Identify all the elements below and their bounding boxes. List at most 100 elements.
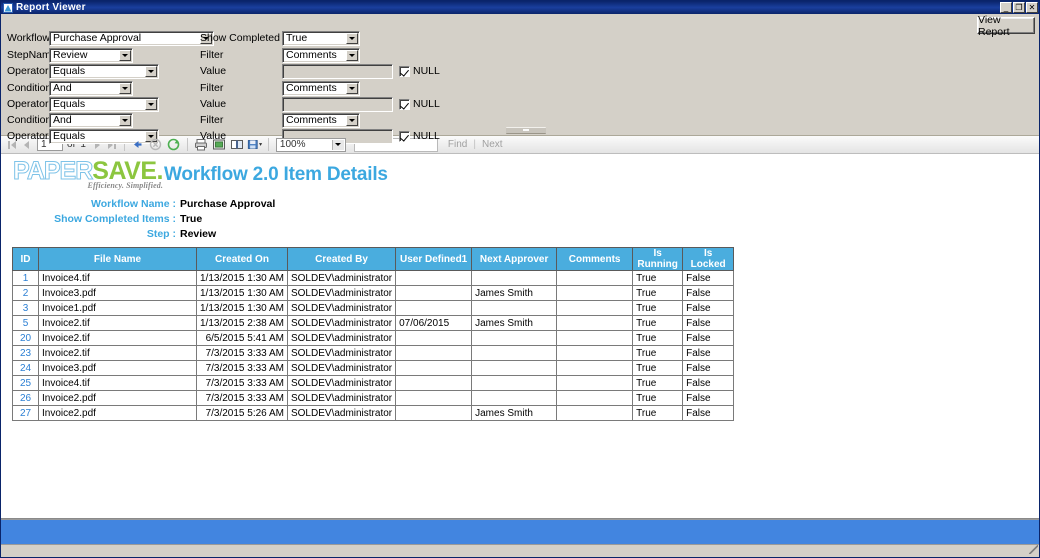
value-input-2[interactable] [282, 96, 393, 112]
column-header-is-running[interactable]: Is Running [632, 247, 684, 271]
null-checkbox-group-3[interactable]: NULL [399, 130, 440, 142]
column-header-file-name[interactable]: File Name [38, 247, 197, 271]
page-setup-icon[interactable] [229, 137, 245, 152]
cell-is-running: True [632, 360, 684, 376]
param-row-operator-2: Operator Equals [7, 96, 159, 112]
cell-is-locked: False [682, 405, 735, 421]
stepname-combo[interactable]: Review [49, 47, 133, 63]
cell-is-running: True [632, 285, 684, 301]
operator-combo-1[interactable]: Equals [49, 63, 159, 79]
cell-created-by: SOLDEV\administrator [286, 315, 397, 331]
resize-grip[interactable] [1029, 545, 1038, 554]
operator-combo-2[interactable]: Equals [49, 96, 159, 112]
table-row[interactable]: 25 Invoice4.tif 7/3/2015 3:33 AM SOLDEV\adm… [12, 375, 735, 391]
condition-combo-1[interactable]: And [49, 80, 133, 96]
column-header-comments[interactable]: Comments [556, 247, 634, 271]
null-checkbox-1[interactable] [399, 65, 410, 77]
column-header-id[interactable]: ID [12, 247, 39, 271]
table-row[interactable]: 23 Invoice2.tif 7/3/2015 3:33 AM SOLDEV\adm… [12, 345, 735, 361]
cell-id: 20 [12, 330, 39, 346]
filter-combo-1[interactable]: Comments [282, 47, 360, 63]
column-header-user-defined1[interactable]: User Defined1 [395, 247, 473, 271]
cell-user-defined1 [395, 390, 473, 406]
view-report-button[interactable]: View Report [977, 14, 1035, 38]
param-row-workflow: Workflow Purchase Approval [7, 30, 214, 46]
cell-is-locked: False [682, 330, 735, 346]
chevron-down-icon[interactable] [346, 114, 358, 126]
cell-user-defined1: 07/06/2015 [395, 315, 473, 331]
column-header-next-approver[interactable]: Next Approver [471, 247, 558, 271]
chevron-down-icon[interactable] [346, 49, 358, 61]
table-row[interactable]: 26 Invoice2.pdf 7/3/2015 3:33 AM SOLDEV\adm… [12, 390, 735, 406]
cell-is-locked: False [682, 360, 735, 376]
table-row[interactable]: 20 Invoice2.tif 6/5/2015 5:41 AM SOLDEV\adm… [12, 330, 735, 346]
cell-created-by: SOLDEV\administrator [286, 285, 397, 301]
column-header-is-locked[interactable]: Is Locked [682, 247, 735, 271]
workflow-items-table: ID File Name Created On Created By User … [12, 247, 735, 421]
cell-created-on: 7/3/2015 3:33 AM [196, 375, 288, 391]
param-label-condition-1: Condition [7, 82, 52, 94]
print-layout-icon[interactable] [211, 137, 227, 152]
back-icon[interactable] [130, 137, 146, 152]
close-button[interactable]: ✕ [1026, 2, 1038, 13]
cell-created-on: 1/13/2015 2:38 AM [196, 315, 288, 331]
print-icon[interactable] [193, 137, 209, 152]
table-row[interactable]: 1 Invoice4.tif 1/13/2015 1:30 AM SOLDEV\adm… [12, 270, 735, 286]
param-label-filter-3: Filter [200, 114, 224, 126]
cell-user-defined1 [395, 270, 473, 286]
table-row[interactable]: 24 Invoice3.pdf 7/3/2015 3:33 AM SOLDEV\adm… [12, 360, 735, 376]
cell-created-on: 7/3/2015 3:33 AM [196, 345, 288, 361]
window-title: Report Viewer [16, 2, 86, 13]
cell-is-running: True [632, 405, 684, 421]
filter-combo-2[interactable]: Comments [282, 80, 360, 96]
refresh-icon[interactable] [166, 137, 182, 152]
null-checkbox-2[interactable] [399, 98, 410, 110]
show-completed-combo[interactable]: True [282, 30, 360, 46]
param-row-show-completed: Show Completed Items True [200, 30, 360, 46]
chevron-down-icon[interactable] [331, 139, 344, 150]
cell-next-approver [471, 345, 558, 361]
cell-created-by: SOLDEV\administrator [286, 330, 397, 346]
chevron-down-icon[interactable] [145, 98, 157, 110]
chevron-down-icon[interactable] [145, 65, 157, 77]
export-icon[interactable] [247, 137, 263, 152]
cell-comments [556, 390, 634, 406]
cell-is-locked: False [682, 300, 735, 316]
filter-combo-3[interactable]: Comments [282, 112, 360, 128]
column-header-created-by[interactable]: Created By [286, 247, 397, 271]
table-row[interactable]: 2 Invoice3.pdf 1/13/2015 1:30 AM SOLDEV\adm… [12, 285, 735, 301]
cell-created-on: 7/3/2015 5:26 AM [196, 405, 288, 421]
table-row[interactable]: 3 Invoice1.pdf 1/13/2015 1:30 AM SOLDEV\adm… [12, 300, 735, 316]
panel-splitter-handle[interactable] [506, 127, 546, 134]
cell-next-approver [471, 330, 558, 346]
next-button[interactable]: Next [482, 139, 503, 150]
zoom-select[interactable]: 100% [275, 137, 346, 152]
param-row-filter-3: Filter Comments [200, 112, 360, 128]
condition-combo-2[interactable]: And [49, 112, 133, 128]
report-header: PAPER SAVE. Efficiency. Simplified. Workf… [1, 154, 1039, 196]
report-parameters-panel: Workflow Purchase Approval StepName Revi… [1, 14, 1039, 144]
chevron-down-icon[interactable] [346, 82, 358, 94]
cell-comments [556, 330, 634, 346]
stepname-combo-value: Review [53, 49, 88, 61]
column-header-created-on[interactable]: Created On [196, 247, 288, 271]
workflow-combo[interactable]: Purchase Approval [49, 30, 214, 46]
minimize-button[interactable]: _ [1000, 2, 1012, 13]
table-row[interactable]: 27 Invoice2.pdf 7/3/2015 5:26 AM SOLDEV\adm… [12, 405, 735, 421]
null-checkbox-3[interactable] [399, 130, 410, 142]
chevron-down-icon[interactable] [119, 82, 131, 94]
chevron-down-icon[interactable] [119, 114, 131, 126]
find-button[interactable]: Find [448, 139, 467, 150]
null-checkbox-group-1[interactable]: NULL [399, 65, 440, 77]
value-input-1[interactable] [282, 63, 393, 79]
cell-id: 2 [12, 285, 39, 301]
restore-button[interactable]: ❐ [1013, 2, 1025, 13]
meta-value-show-completed: True [180, 213, 203, 225]
cell-next-approver [471, 300, 558, 316]
table-row[interactable]: 5 Invoice2.tif 1/13/2015 2:38 AM SOLDEV\adm… [12, 315, 735, 331]
chevron-down-icon[interactable] [119, 49, 131, 61]
cell-user-defined1 [395, 360, 473, 376]
null-checkbox-group-2[interactable]: NULL [399, 98, 440, 110]
table-body: 1 Invoice4.tif 1/13/2015 1:30 AM SOLDEV\adm… [12, 270, 735, 421]
chevron-down-icon[interactable] [346, 32, 358, 44]
